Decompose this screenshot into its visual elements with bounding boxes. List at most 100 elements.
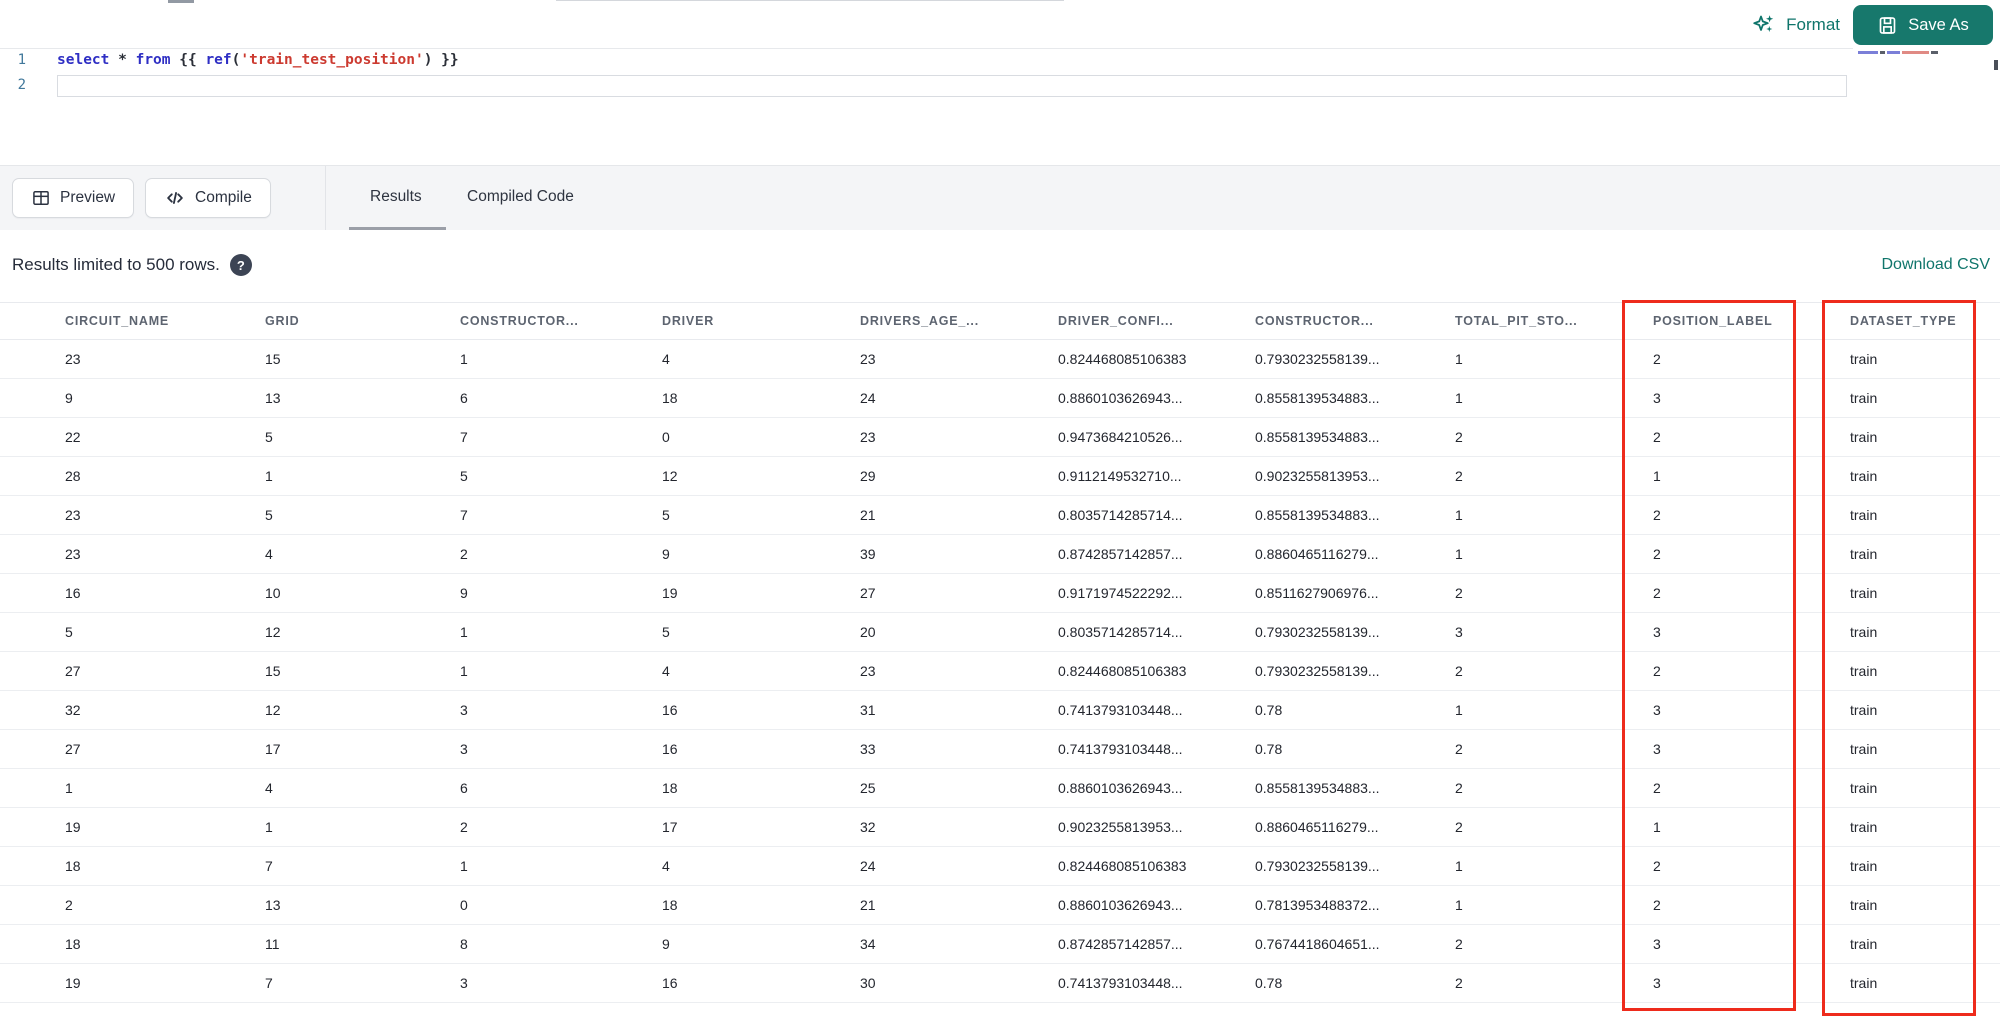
table-cell: 7 [460,429,468,445]
table-cell: 2 [1455,663,1463,679]
table-cell: 2 [460,819,468,835]
table-cell: train [1850,897,1878,913]
column-header: CONSTRUCTOR... [1255,314,1374,328]
table-cell: 8 [460,936,468,952]
table-cell: 3 [1653,390,1661,406]
table-cell: 2 [65,897,73,913]
tab-compiled-code[interactable]: Compiled Code [467,166,574,228]
table-cell: 7 [265,975,273,991]
table-cell: 1 [460,351,468,367]
table-row: 23 4 2 9 39 0.8742857142857... 0.8860465116279… [0,535,2000,574]
table-cell: 1 [460,624,468,640]
code-token-function: ref [205,52,232,68]
table-cell: 1 [460,858,468,874]
table-cell: 5 [460,468,468,484]
table-cell: 13 [265,390,281,406]
tab-results[interactable]: Results [370,166,422,228]
table-cell: 2 [1455,585,1463,601]
table-cell: 7 [265,858,273,874]
table-cell: 18 [662,780,678,796]
table-cell: 12 [265,702,281,718]
table-row: 19 1 2 17 32 0.9023255813953... 0.886046511627… [0,808,2000,847]
table-cell: 0.7930232558139... [1255,624,1380,640]
column-header: TOTAL_PIT_STO... [1455,314,1578,328]
table-cell: 5 [662,624,670,640]
table-cell: 0.78 [1255,975,1283,991]
table-cell: 0.9112149532710... [1058,468,1182,484]
minimap-code-fragment [1858,50,1878,54]
column-header: DRIVERS_AGE_... [860,314,979,328]
table-cell: 10 [265,585,281,601]
table-cell: 23 [65,507,81,523]
minimap-code-fragment [1880,50,1885,54]
table-cell: 3 [1455,624,1463,640]
editor-panel: Format Save As 1 2 select * from {{ ref(… [0,0,2000,165]
compile-button-label: Compile [195,189,252,206]
save-as-button[interactable]: Save As [1853,5,1993,45]
table-cell: train [1850,819,1878,835]
download-csv-link[interactable]: Download CSV [1882,256,1991,274]
table-cell: train [1850,663,1878,679]
minimap-code-fragment [1902,50,1929,54]
help-icon[interactable]: ? [229,254,252,276]
table-cell: train [1850,507,1878,523]
table-cell: 1 [1455,546,1463,562]
compile-button[interactable]: Compile [145,178,271,218]
table-cell: 0.7413793103448... [1058,975,1183,991]
table-cell: 18 [662,390,678,406]
preview-button[interactable]: Preview [12,178,135,218]
table-cell: 19 [65,975,81,991]
table-cell: 1 [460,663,468,679]
editor-minimap[interactable] [1858,50,1948,54]
table-cell: 1 [65,780,73,796]
table-cell: 18 [65,936,81,952]
table-cell: 31 [860,702,876,718]
table-cell: 0.8035714285714... [1058,624,1183,640]
code-token-plain: {{ [170,52,206,68]
table-cell: 0.7674418604651... [1255,936,1380,952]
table-cell: 9 [662,546,670,562]
table-row: 9 13 6 18 24 0.8860103626943... 0.855813953488… [0,379,2000,418]
table-cell: 27 [860,585,876,601]
table-cell: 3 [460,741,468,757]
table-cell: 2 [1653,663,1661,679]
table-cell: 2 [1455,975,1463,991]
tab-strip-remnant [556,0,1064,1]
format-button[interactable]: Format [1752,8,1840,42]
table-cell: 1 [1653,468,1661,484]
active-line-highlight[interactable] [57,75,1847,97]
code-token-keyword: select [57,52,110,68]
table-cell: 23 [65,546,81,562]
table-cell: train [1850,858,1878,874]
table-cell: 9 [460,585,468,601]
table-cell: 1 [1455,390,1463,406]
table-cell: 19 [65,819,81,835]
table-cell: 22 [65,429,81,445]
code-token-string: 'train_test_position' [240,52,424,68]
table-cell: 3 [1653,624,1661,640]
table-cell: 1 [1455,702,1463,718]
toolbar-divider [0,48,1853,49]
table-cell: 18 [662,897,678,913]
table-row: 23 15 1 4 23 0.824468085106383 0.7930232558139… [0,340,2000,379]
column-header: DATASET_TYPE [1850,314,1957,328]
format-sparkles-icon [1752,13,1776,37]
table-cell: 1 [265,819,273,835]
table-cell: 0.824468085106383 [1058,663,1187,679]
table-cell: 2 [1653,351,1661,367]
table-cell: 0.8860465116279... [1255,546,1379,562]
code-line-1[interactable]: select * from {{ ref('train_test_positio… [57,52,459,68]
save-as-button-label: Save As [1908,15,1969,34]
table-row: 23 5 7 5 21 0.8035714285714... 0.8558139534883… [0,496,2000,535]
table-cell: 17 [662,819,678,835]
table-cell: 5 [662,507,670,523]
table-cell: 2 [1455,741,1463,757]
table-cell: 33 [860,741,876,757]
column-header: GRID [265,314,300,328]
table-cell: 27 [65,663,81,679]
tab-strip-remnant [168,0,194,3]
table-cell: train [1850,429,1878,445]
table-cell: 32 [860,819,876,835]
table-cell: 23 [860,663,876,679]
table-cell: 0.824468085106383 [1058,351,1187,367]
